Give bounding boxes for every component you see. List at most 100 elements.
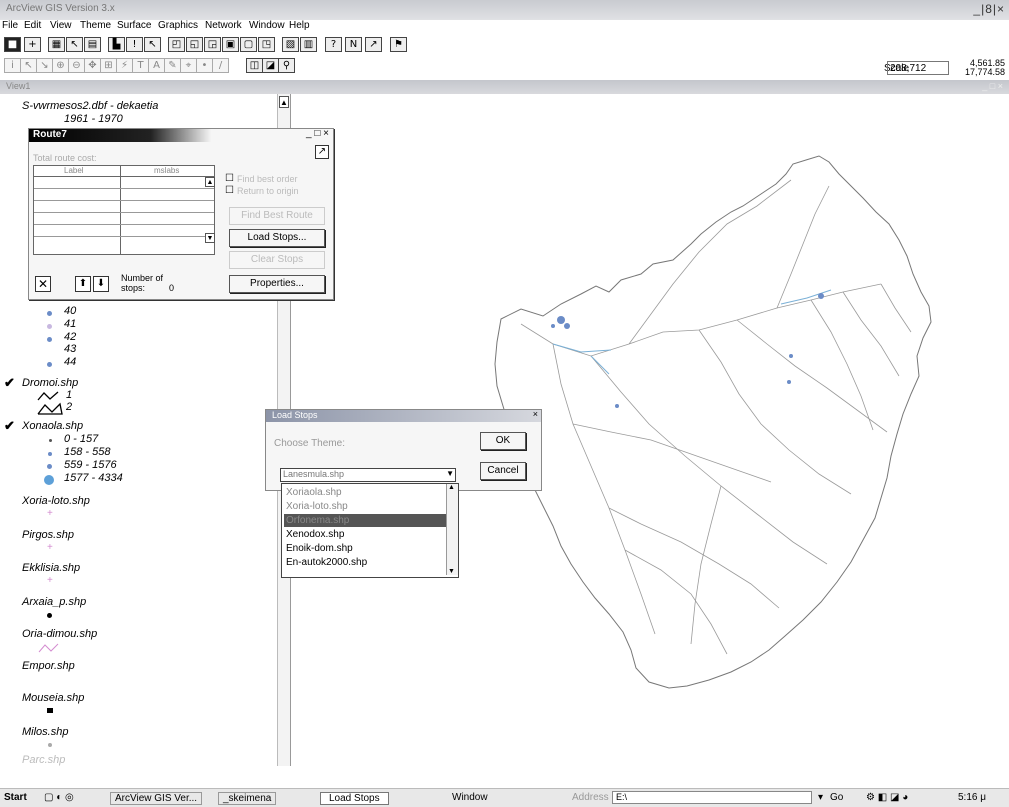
stops-table[interactable]: Label mslabs	[33, 165, 215, 255]
load-stops-button[interactable]: Load Stops...	[229, 229, 325, 247]
move-up-icon[interactable]: ⬆	[75, 276, 91, 292]
toc-theme[interactable]: Arxaia_p.shp	[22, 596, 86, 608]
checkbox-icon[interactable]: ☐	[225, 185, 234, 196]
select-icon[interactable]: ↖	[144, 37, 161, 52]
network-tool-c-icon[interactable]: ⚲	[278, 58, 295, 73]
address-input[interactable]: E:\	[612, 791, 812, 804]
menu-view[interactable]: View	[50, 20, 72, 31]
menu-theme[interactable]: Theme	[80, 20, 111, 31]
menu-window[interactable]: Window	[249, 20, 285, 31]
scroll-up-icon[interactable]: ▲	[448, 484, 455, 491]
dropdown-option[interactable]: Xoriaola.shp	[284, 486, 446, 499]
quick-launch-icons[interactable]: ▢ ◐ ◎	[44, 792, 74, 803]
toc-theme[interactable]: Mouseia.shp	[22, 692, 84, 704]
scale-input[interactable]: 208,712	[887, 61, 949, 75]
save-icon[interactable]: ■	[4, 37, 21, 52]
toc-theme[interactable]: Pirgos.shp	[22, 529, 74, 541]
network-tool-b-icon[interactable]: ◪	[262, 58, 279, 73]
menu-edit[interactable]: Edit	[24, 20, 41, 31]
measure-icon[interactable]: ⊞	[100, 58, 117, 73]
dropdown-option[interactable]: Enoik-dom.shp	[284, 542, 446, 555]
toc-theme-dromoi[interactable]: Dromoi.shp	[22, 377, 78, 389]
menu-help[interactable]: Help	[289, 20, 310, 31]
route-icon[interactable]: ↗	[315, 145, 329, 159]
dropdown-option[interactable]: En-autok2000.shp	[284, 556, 446, 569]
text-icon[interactable]: A	[148, 58, 165, 73]
edit-legend-icon[interactable]: ↖	[66, 37, 83, 52]
window-controls[interactable]: _|8|×	[973, 2, 1005, 16]
toc-theme-xonaola[interactable]: Xonaola.shp	[22, 420, 83, 432]
dropdown-option[interactable]: Xenodox.shp	[284, 528, 446, 541]
zoom-theme-icon[interactable]: ◱	[186, 37, 203, 52]
toc-theme[interactable]: Xoria-loto.shp	[22, 495, 90, 507]
menu-surface[interactable]: Surface	[117, 20, 151, 31]
chevron-down-icon[interactable]: ▼	[446, 469, 454, 478]
zoom-select-icon[interactable]: ◲	[204, 37, 221, 52]
draw-icon[interactable]: ✎	[164, 58, 181, 73]
theme-props-icon[interactable]: ▦	[48, 37, 65, 52]
scroll-up-icon[interactable]: ▲	[279, 96, 289, 108]
find-route-button[interactable]: Find Best Route	[229, 207, 325, 225]
pointer-icon[interactable]: ↖	[20, 58, 37, 73]
dropdown-option[interactable]: Xoria-loto.shp	[284, 500, 446, 513]
taskbar-skeimena[interactable]: _skeimena	[218, 792, 277, 805]
dropdown-scrollbar[interactable]: ▲ ▼	[446, 484, 458, 575]
toc-theme[interactable]: Milos.shp	[22, 726, 68, 738]
identify-icon[interactable]: i	[4, 58, 21, 73]
network-icon[interactable]: N	[345, 37, 362, 52]
theme-select[interactable]: Lanesmula.shp ▼	[280, 468, 456, 482]
shrink-icon[interactable]: ⊖	[68, 58, 85, 73]
info-icon[interactable]: !	[126, 37, 143, 52]
hotlink-icon[interactable]: ⚡	[116, 58, 133, 73]
close-icon[interactable]: ×	[533, 409, 538, 419]
label-icon[interactable]: T	[132, 58, 149, 73]
point-icon[interactable]: •	[196, 58, 213, 73]
taskbar-load-stops[interactable]: Load Stops	[320, 792, 389, 805]
cancel-button[interactable]: Cancel	[480, 462, 526, 480]
clear-stops-button[interactable]: Clear Stops	[229, 251, 325, 269]
go-button[interactable]: Go	[830, 792, 843, 803]
route-icon[interactable]: ↗	[365, 37, 382, 52]
line-icon[interactable]: /	[212, 58, 229, 73]
query-icon[interactable]: ▙	[108, 37, 125, 52]
menu-graphics[interactable]: Graphics	[158, 20, 198, 31]
route-window-controls[interactable]: _ □ ×	[306, 128, 329, 139]
toc-theme-vwrmesos[interactable]: S-vwrmesos2.dbf - dekaetia	[22, 100, 158, 112]
taskbar-arcview[interactable]: ArcView GIS Ver...	[110, 792, 203, 805]
toc-theme[interactable]: Ekklisia.shp	[22, 562, 80, 574]
toc-theme[interactable]: Parc.shp	[22, 754, 65, 766]
theme-dropdown-list[interactable]: Xoriaola.shp Xoria-loto.shp Orfonema.shp…	[281, 483, 459, 578]
toc-theme[interactable]: Oria-dimou.shp	[22, 628, 97, 640]
pan-icon[interactable]: ✥	[84, 58, 101, 73]
menu-file[interactable]: File	[2, 20, 18, 31]
menu-network[interactable]: Network	[205, 20, 242, 31]
theme-visible-checkbox[interactable]: ✔	[4, 418, 15, 434]
delete-icon[interactable]: ✕	[35, 276, 51, 292]
clear-select-icon[interactable]: ▥	[300, 37, 317, 52]
magnify-icon[interactable]: ⊕	[52, 58, 69, 73]
vertex-icon[interactable]: ↘	[36, 58, 53, 73]
zoom-out-icon[interactable]: ▢	[240, 37, 257, 52]
theme-visible-checkbox[interactable]: ✔	[4, 375, 15, 391]
taskbar-window[interactable]: Window	[452, 792, 488, 803]
dropdown-option-highlighted[interactable]: Orfonema.shp	[284, 514, 446, 527]
move-down-icon[interactable]: ⬇	[93, 276, 109, 292]
zoom-in-icon[interactable]: ▣	[222, 37, 239, 52]
view-window-controls[interactable]: _ □ ×	[982, 81, 1003, 91]
properties-button[interactable]: Properties...	[229, 275, 325, 293]
zoom-prev-icon[interactable]: ◳	[258, 37, 275, 52]
select-features-icon[interactable]: ▧	[282, 37, 299, 52]
network-tool-a-icon[interactable]: ◫	[246, 58, 263, 73]
toc-theme[interactable]: Empor.shp	[22, 660, 75, 672]
ok-button[interactable]: OK	[480, 432, 526, 450]
facility-icon[interactable]: ⚑	[390, 37, 407, 52]
help-icon[interactable]: ?	[325, 37, 342, 52]
table-icon[interactable]: ▤	[84, 37, 101, 52]
start-button[interactable]: Start	[4, 792, 27, 803]
checkbox-icon[interactable]: ☐	[225, 173, 234, 184]
snap-icon[interactable]: ⌖	[180, 58, 197, 73]
scroll-up-icon[interactable]: ▲	[205, 177, 215, 187]
scroll-down-icon[interactable]: ▼	[205, 233, 215, 243]
add-theme-icon[interactable]: +	[24, 37, 41, 52]
address-dropdown-icon[interactable]: ▾	[818, 792, 823, 803]
